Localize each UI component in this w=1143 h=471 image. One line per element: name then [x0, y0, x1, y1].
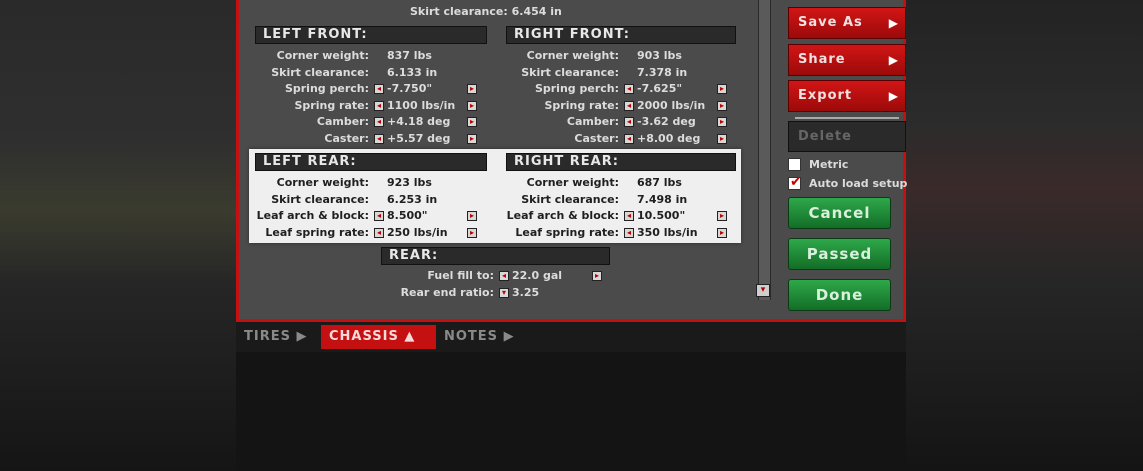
decrease-arrow-icon[interactable]: ◂: [374, 100, 384, 111]
rear-header: REAR:: [381, 247, 610, 265]
increase-arrow-icon[interactable]: ▸: [717, 84, 727, 94]
delete-button[interactable]: Delete: [788, 121, 906, 152]
right-rear-row-label: Corner weight:: [526, 176, 619, 189]
play-icon: ▶: [888, 53, 899, 67]
right-rear-row-label: Leaf arch & block:: [506, 209, 619, 222]
scrollbar[interactable]: [758, 0, 771, 300]
tab-tires[interactable]: TIRES ▶: [236, 325, 321, 349]
increase-arrow-icon[interactable]: ▸: [717, 211, 727, 221]
metric-checkbox[interactable]: [788, 158, 801, 171]
top-skirt-clearance: Skirt clearance: 6.454 in: [410, 5, 562, 18]
tab-label: TIRES: [244, 329, 297, 344]
fuel-fill-label: Fuel fill to:: [427, 269, 494, 282]
tab-label: CHASSIS: [329, 329, 405, 344]
right-rear-row-value: 350 lbs/in: [637, 225, 698, 239]
left-front-row-label: Caster:: [324, 131, 369, 145]
share-button[interactable]: Share ▶: [788, 44, 906, 76]
decrease-arrow-icon[interactable]: ◂: [624, 227, 634, 238]
play-icon: ▶: [296, 329, 308, 344]
increase-arrow-icon[interactable]: ▸: [717, 133, 727, 144]
top-clearance-label: Skirt clearance:: [410, 5, 508, 18]
left-front-row-label: Spring perch:: [284, 82, 369, 95]
decrease-arrow-icon[interactable]: ◂: [374, 117, 384, 127]
right-front-row-value: -3.62 deg: [637, 115, 696, 128]
save-as-label: Save As: [798, 15, 863, 30]
right-front-row-value: +8.00 deg: [637, 131, 701, 145]
cancel-button[interactable]: Cancel: [788, 197, 891, 229]
check-icon: ✔: [790, 174, 802, 190]
share-label: Share: [798, 52, 846, 67]
increase-arrow-icon[interactable]: ▸: [717, 117, 727, 127]
right-front-row-value: -7.625": [637, 82, 683, 95]
decrease-arrow-icon[interactable]: ◂: [374, 227, 384, 238]
autoload-checkbox[interactable]: ✔: [788, 174, 802, 190]
background-right: [906, 0, 1143, 471]
right-front-row-label: Spring rate:: [544, 98, 620, 112]
right-rear-row-label: Skirt clearance:: [521, 192, 619, 206]
tab-chassis[interactable]: CHASSIS ▲: [321, 325, 436, 349]
right-front-header: RIGHT FRONT:: [506, 26, 736, 44]
right-rear-row-label: Leaf spring rate:: [515, 225, 619, 239]
decrease-arrow-icon[interactable]: ◂: [499, 271, 509, 281]
triangle-up-icon: ▲: [404, 329, 416, 344]
export-button[interactable]: Export ▶: [788, 80, 906, 112]
decrease-arrow-icon[interactable]: ◂: [374, 133, 384, 144]
left-rear-row-label: Corner weight:: [276, 176, 369, 189]
play-icon: ▶: [888, 89, 899, 103]
decrease-arrow-icon[interactable]: ◂: [374, 211, 384, 221]
right-rear-header: RIGHT REAR:: [506, 153, 736, 171]
fuel-fill-value: 22.0 gal: [512, 269, 563, 282]
decrease-arrow-icon[interactable]: ◂: [624, 100, 634, 111]
left-rear-row-label: Skirt clearance:: [271, 192, 369, 206]
decrease-arrow-icon[interactable]: ◂: [624, 211, 634, 221]
increase-arrow-icon[interactable]: ▸: [592, 271, 602, 281]
right-front-row-value: 2000 lbs/in: [637, 98, 706, 112]
save-as-button[interactable]: Save As ▶: [788, 7, 906, 39]
right-front-row-value: 7.378 in: [637, 65, 688, 79]
left-front-row-label: Spring rate:: [294, 98, 370, 112]
rear-end-ratio-value: 3.25: [512, 286, 540, 299]
decrease-arrow-icon[interactable]: ◂: [624, 117, 634, 127]
export-label: Export: [798, 88, 853, 103]
decrease-arrow-icon[interactable]: ◂: [624, 84, 634, 94]
right-front-row-value: 903 lbs: [637, 49, 682, 62]
right-front-row-label: Camber:: [566, 115, 619, 128]
left-front-row-label: Camber:: [316, 115, 369, 128]
increase-arrow-icon[interactable]: ▸: [717, 227, 727, 238]
scroll-down-button[interactable]: ▾: [756, 284, 770, 297]
decrease-arrow-icon[interactable]: ◂: [624, 133, 634, 144]
right-front-row-label: Skirt clearance:: [521, 65, 619, 79]
autoload-label: Auto load setup: [809, 177, 908, 190]
left-front-header: LEFT FRONT:: [255, 26, 487, 44]
right-rear-row-value: 687 lbs: [637, 176, 682, 189]
play-icon: ▶: [503, 329, 515, 344]
tab-label: NOTES: [444, 329, 504, 344]
rear-end-ratio-label: Rear end ratio:: [400, 286, 494, 299]
metric-label: Metric: [809, 158, 849, 171]
right-rear-row-value: 7.498 in: [637, 192, 688, 206]
left-rear-row-label: Leaf arch & block:: [256, 209, 369, 222]
right-front-row-label: Caster:: [574, 131, 619, 145]
right-front-row-label: Spring perch:: [534, 82, 619, 95]
passed-button[interactable]: Passed: [788, 238, 891, 270]
increase-arrow-icon[interactable]: ▸: [717, 100, 727, 111]
background-bottom: [236, 352, 906, 471]
left-front-row-label: Corner weight:: [276, 49, 369, 62]
play-icon: ▶: [888, 16, 899, 30]
left-front-row-label: Skirt clearance:: [271, 65, 369, 79]
right-rear-row-value: 10.500": [637, 209, 686, 222]
left-rear-header: LEFT REAR:: [255, 153, 487, 171]
separator: [795, 117, 899, 119]
done-button[interactable]: Done: [788, 279, 891, 311]
tab-notes[interactable]: NOTES ▶: [436, 325, 532, 349]
left-rear-row-label: Leaf spring rate:: [265, 225, 369, 239]
dropdown-arrow-icon[interactable]: ▾: [499, 288, 509, 298]
right-front-row-label: Corner weight:: [526, 49, 619, 62]
decrease-arrow-icon[interactable]: ◂: [374, 84, 384, 94]
top-clearance-value: 6.454 in: [511, 5, 562, 18]
